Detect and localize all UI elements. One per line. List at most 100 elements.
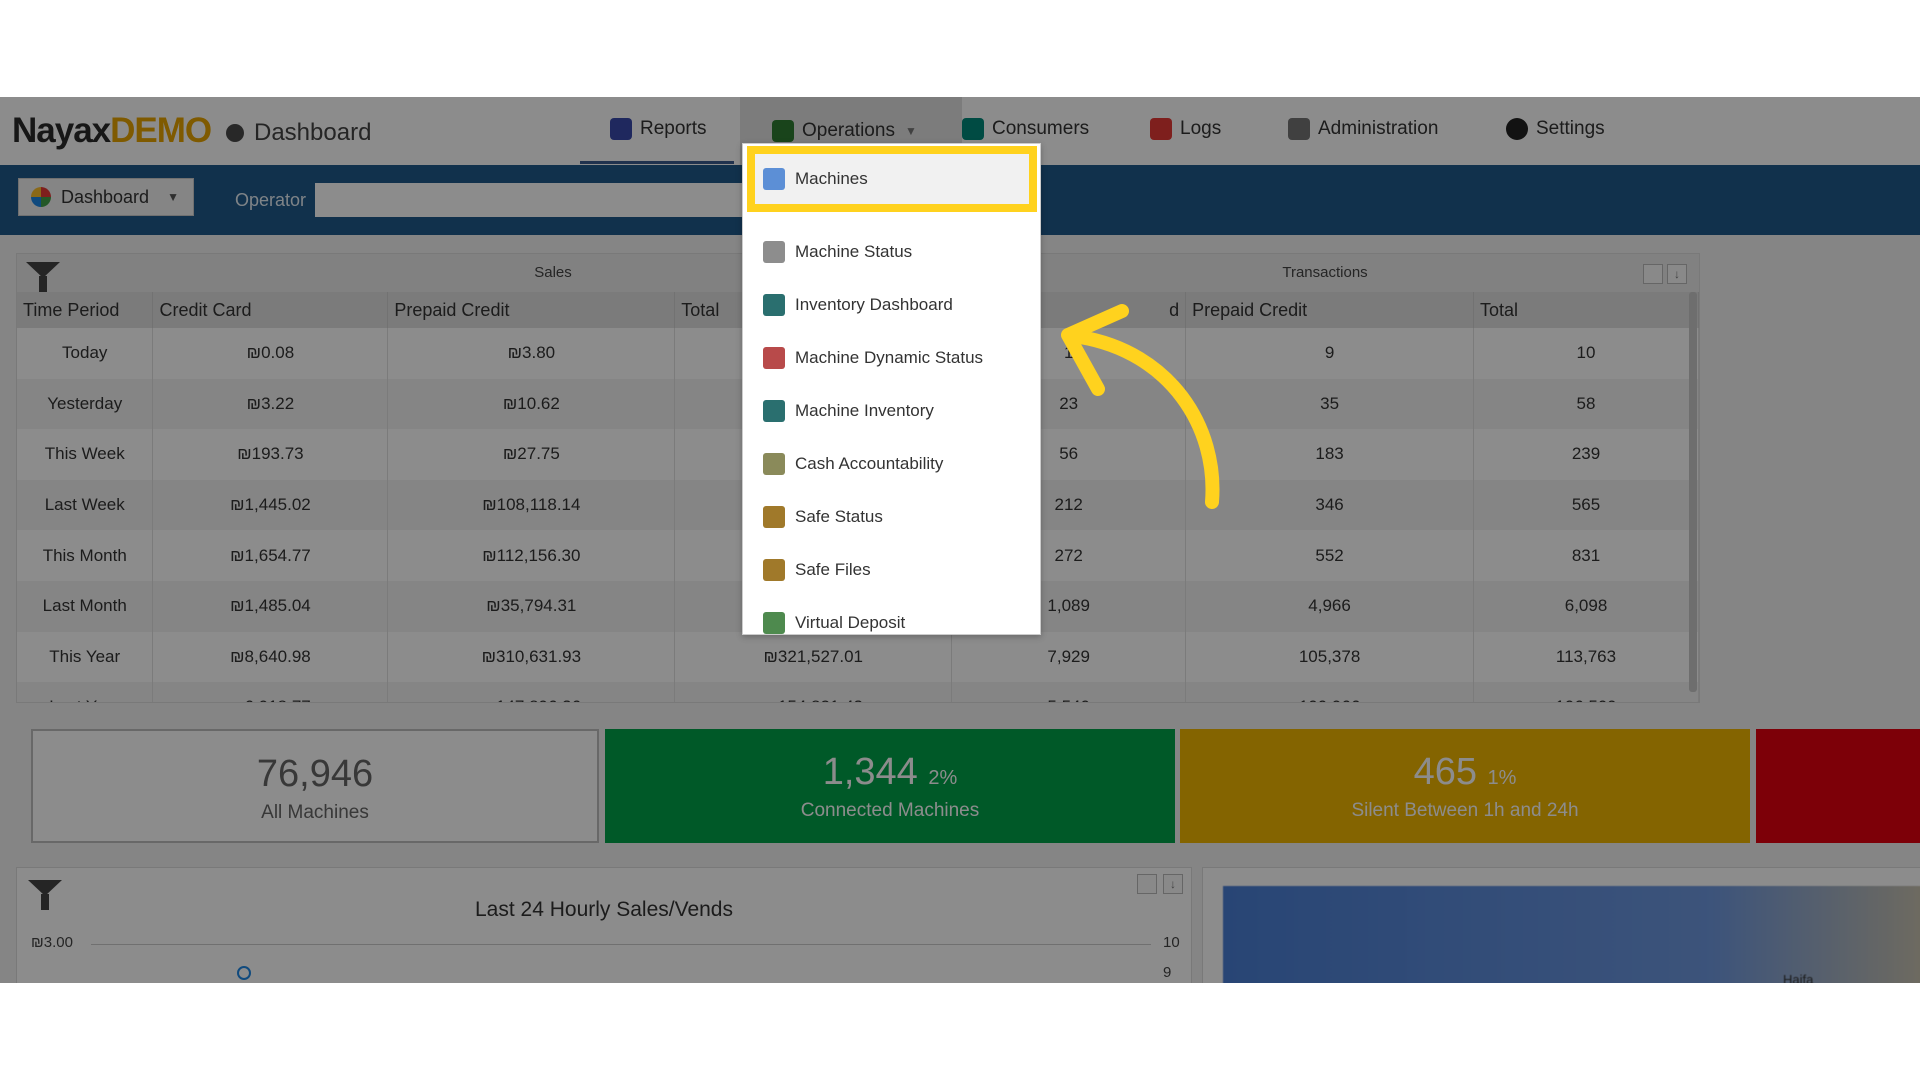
col-time-period[interactable]: Time Period [17, 292, 154, 328]
dashboard-select-label: Dashboard [61, 186, 150, 207]
chart-data-point[interactable] [237, 966, 251, 980]
menu-item-inventory-dashboard[interactable]: Inventory Dashboard [743, 279, 1040, 331]
cell-credit-card: ₪1,654.77 [152, 530, 389, 581]
cell-time-period: Last Year [17, 682, 154, 702]
col-tx-total[interactable]: Total [1473, 292, 1699, 328]
cell-time-period: Yesterday [17, 378, 154, 430]
nav-administration[interactable]: Administration [1288, 97, 1438, 161]
table-row-last-year[interactable]: Last Year₪6,918.77₪147,896.36₪154,821.43… [17, 682, 1699, 702]
settings-icon [1506, 118, 1528, 140]
cell-time-period: Today [17, 328, 154, 379]
menu-item-label: Virtual Deposit [795, 613, 906, 632]
operator-label: Operator [235, 190, 307, 210]
cell-tx-total: 113,763 [1473, 631, 1699, 683]
offline-machines-tile[interactable] [1756, 729, 1920, 843]
menu-item-machine-status[interactable]: Machine Status [743, 226, 1040, 278]
download-icon[interactable]: ↓ [1163, 874, 1183, 894]
cell-prepaid-credit: ₪147,896.36 [387, 682, 676, 702]
cell-credit-card: ₪193.73 [152, 429, 389, 480]
silent-machines-tile[interactable]: 465 1% Silent Between 1h and 24h [1180, 729, 1750, 843]
filter-icon [28, 880, 62, 910]
menu-item-safe-status[interactable]: Safe Status [743, 491, 1040, 543]
menu-item-label: Machine Status [795, 242, 913, 261]
menu-item-virtual-deposit[interactable]: Virtual Deposit [743, 597, 1040, 649]
map-city-label: Haifa [1783, 972, 1814, 983]
pie-chart-icon [31, 187, 51, 207]
menu-item-safe-files[interactable]: Safe Files [743, 544, 1040, 596]
cell-prepaid-credit: ₪35,794.31 [387, 580, 676, 632]
connected-machines-tile[interactable]: 1,344 2% Connected Machines [605, 729, 1175, 843]
logo-brand: Nayax [12, 111, 111, 150]
all-machines-tile[interactable]: 76,946 All Machines [31, 729, 599, 843]
cell-time-period: This Week [17, 429, 154, 480]
menu-item-label: Safe Status [795, 507, 883, 526]
cell-tx-total: 6,098 [1473, 580, 1699, 632]
nav-reports[interactable]: Reports [580, 97, 734, 164]
cell-tx-prepaid-credit: 105,378 [1185, 631, 1475, 683]
nav-settings[interactable]: Settings [1506, 97, 1605, 161]
menu-item-cash-accountability[interactable]: Cash Accountability [743, 438, 1040, 490]
pointer-arrow-icon [1061, 304, 1220, 509]
virtual-deposit-icon [763, 612, 785, 634]
menu-item-label: Inventory Dashboard [795, 295, 953, 314]
all-machines-label: All Machines [261, 802, 369, 823]
all-machines-count: 76,946 [256, 753, 374, 795]
dashboard-dot-icon [226, 124, 244, 142]
cell-tx-credit-card: 5,540 [951, 682, 1187, 702]
cell-prepaid-credit: ₪27.75 [387, 429, 676, 480]
nav-reports-label: Reports [640, 118, 707, 139]
menu-item-machine-inventory[interactable]: Machine Inventory [743, 385, 1040, 437]
y-axis-right-second-tick: 9 [1163, 964, 1172, 981]
col-credit-card[interactable]: Credit Card [152, 292, 389, 328]
chevron-down-icon: ▼ [904, 124, 917, 138]
cell-time-period: Last Week [17, 479, 154, 531]
download-icon[interactable]: ↓ [1667, 264, 1687, 284]
cell-tx-prepaid-credit: 4,966 [1185, 580, 1475, 632]
y-axis-right-top-tick: 10 [1163, 934, 1180, 951]
expand-icon[interactable] [1643, 264, 1663, 284]
y-axis-left-top-tick: ₪3.00 [31, 934, 73, 951]
cell-prepaid-credit: ₪310,631.93 [387, 631, 676, 683]
connected-machines-pct: 2% [928, 767, 958, 789]
logo-demo: DEMO [110, 111, 212, 150]
cell-tx-total: 831 [1473, 530, 1699, 581]
camera-icon[interactable] [1137, 874, 1157, 894]
cell-tx-prepaid-credit: 100,966 [1185, 682, 1475, 702]
menu-item-machines[interactable]: Machines [747, 146, 1037, 212]
dashboard-select-button[interactable]: Dashboard ▼ [18, 178, 194, 216]
logs-icon [1150, 118, 1172, 140]
reports-icon [610, 118, 632, 140]
cell-credit-card: ₪3.22 [152, 378, 389, 430]
safe-status-icon [763, 506, 785, 528]
menu-item-label: Machine Dynamic Status [795, 348, 984, 367]
table-filter-button[interactable] [21, 256, 65, 292]
cell-time-period: Last Month [17, 580, 154, 632]
operator-input[interactable] [315, 183, 759, 217]
safe-files-icon [763, 559, 785, 581]
nav-administration-label: Administration [1318, 118, 1439, 139]
machines-icon [763, 168, 785, 190]
cell-credit-card: ₪6,918.77 [152, 682, 389, 702]
menu-item-label: Cash Accountability [795, 454, 944, 473]
nayax-logo[interactable]: NayaxDEMO [12, 111, 212, 151]
silent-machines-count: 465 [1413, 751, 1477, 793]
cell-credit-card: ₪0.08 [152, 328, 389, 379]
cell-prepaid-credit: ₪10.62 [387, 378, 676, 430]
table-scrollbar[interactable] [1689, 292, 1697, 692]
transactions-group-header: Transactions [1282, 264, 1368, 281]
machine-status-icon [763, 241, 785, 263]
menu-item-machine-dynamic-status[interactable]: Machine Dynamic Status [743, 332, 1040, 384]
col-prepaid-credit[interactable]: Prepaid Credit [387, 292, 676, 328]
cell-tx-total: 10 [1473, 328, 1699, 379]
cell-prepaid-credit: ₪3.80 [387, 328, 676, 379]
machines-map[interactable]: Haifa [1223, 886, 1920, 983]
cell-total: ₪154,821.43 [674, 682, 953, 702]
nav-settings-label: Settings [1536, 118, 1605, 139]
map-panel: Haifa [1202, 867, 1920, 983]
operations-icon [772, 120, 794, 142]
cash-accountability-icon [763, 453, 785, 475]
machine-inventory-icon [763, 400, 785, 422]
nav-logs[interactable]: Logs [1150, 97, 1221, 161]
silent-machines-pct: 1% [1487, 767, 1517, 789]
chart-title: Last 24 Hourly Sales/Vends [475, 898, 733, 921]
